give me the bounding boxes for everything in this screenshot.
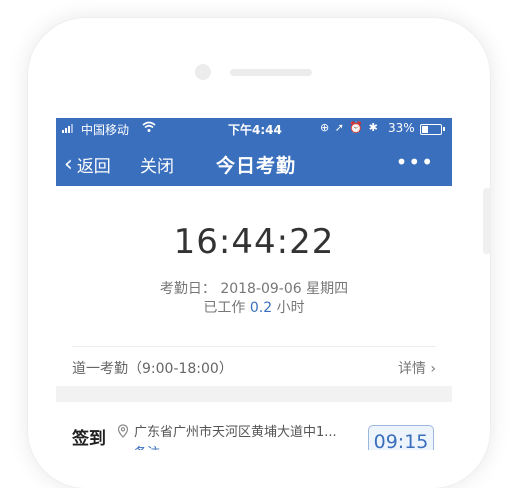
chevron-left-icon: ‹ bbox=[64, 151, 73, 177]
date-label: 考勤日： bbox=[159, 281, 216, 297]
back-button[interactable]: ‹ 返回 bbox=[64, 152, 111, 177]
attendance-card: 16:44:22 考勤日： 2018-09-06 星期四 已工作 0.2 小时 … bbox=[56, 186, 452, 386]
current-clock: 16:44:22 bbox=[173, 222, 335, 262]
attendance-date: 2018-09-06 bbox=[220, 281, 302, 297]
front-camera bbox=[195, 64, 211, 80]
worked-hours: 0.2 bbox=[249, 300, 273, 316]
status-bar: 中国移动 下午4:44 ⊕ ➚ ⏰ ✱ 33% bbox=[56, 118, 452, 140]
attendance-weekday: 星期四 bbox=[306, 281, 349, 297]
rule-name: 道一考勤（9:00-18:00） bbox=[72, 361, 233, 377]
worked-unit: 小时 bbox=[276, 300, 305, 316]
app-screen: 中国移动 下午4:44 ⊕ ➚ ⏰ ✱ 33% ‹ 返回 关闭 今日考勤 •••… bbox=[56, 118, 452, 450]
divider bbox=[72, 346, 436, 347]
battery-icon bbox=[420, 124, 445, 135]
detail-link[interactable]: 详情 › bbox=[398, 358, 436, 378]
wifi-icon bbox=[142, 121, 156, 136]
earpiece-speaker bbox=[230, 69, 312, 76]
checkin-record: 签到 广东省广州市天河区黄埔大道中1... 备注 09:15 bbox=[56, 402, 452, 450]
attendance-date-line: 考勤日： 2018-09-06 星期四 bbox=[56, 278, 452, 298]
note-link[interactable]: 备注 bbox=[134, 442, 160, 450]
checkin-time-badge: 09:15 bbox=[368, 425, 434, 450]
more-options-button[interactable]: ••• bbox=[396, 150, 434, 174]
signal-icon bbox=[62, 124, 73, 133]
nav-bar: ‹ 返回 关闭 今日考勤 ••• bbox=[56, 140, 452, 186]
phone-side-button bbox=[483, 188, 491, 254]
battery-percent: 33% bbox=[388, 121, 415, 135]
back-label: 返回 bbox=[76, 157, 111, 177]
attendance-rule-row[interactable]: 道一考勤（9:00-18:00） 详情 › bbox=[72, 358, 436, 378]
status-time: 下午4:44 bbox=[228, 123, 282, 137]
worked-prefix: 已工作 bbox=[203, 300, 246, 316]
close-button[interactable]: 关闭 bbox=[140, 152, 174, 177]
page-title: 今日考勤 bbox=[216, 155, 297, 177]
checkin-address: 广东省广州市天河区黄埔大道中1... bbox=[134, 425, 337, 440]
status-icons: ⊕ ➚ ⏰ ✱ bbox=[320, 121, 379, 134]
worked-hours-line: 已工作 0.2 小时 bbox=[56, 297, 452, 317]
location-pin-icon bbox=[117, 424, 129, 438]
checkin-label: 签到 bbox=[72, 429, 106, 449]
carrier-name: 中国移动 bbox=[81, 123, 130, 137]
